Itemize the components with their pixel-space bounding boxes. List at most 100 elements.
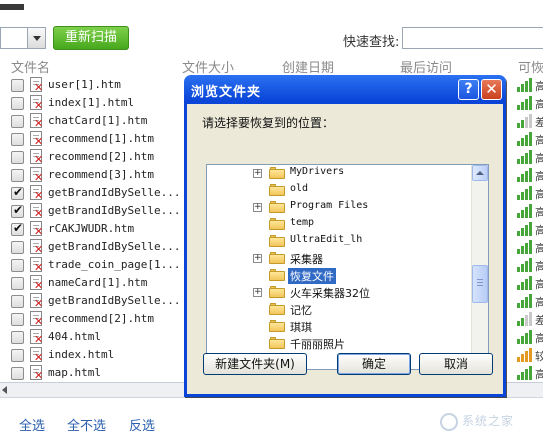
file-name: recommend[3].htm: [48, 168, 154, 181]
close-button[interactable]: ✕: [481, 79, 502, 100]
row-checkbox[interactable]: [11, 133, 24, 146]
row-checkbox[interactable]: [11, 169, 24, 182]
new-folder-label: 新建文件夹: [215, 357, 276, 371]
combo-dropdown-button[interactable]: [27, 28, 45, 48]
row-checkbox[interactable]: [11, 97, 24, 110]
recoverability-bars-icon: [517, 276, 533, 290]
select-none-link[interactable]: 全不选: [67, 415, 106, 434]
row-checkbox[interactable]: [11, 79, 24, 92]
tree-node-label: 采集器: [290, 253, 323, 266]
file-name: getBrandIdBySelle...: [48, 240, 181, 253]
browse-folder-dialog: 浏览文件夹 ? ✕ 请选择要恢复到的位置： + MyDrivers old + Prog…: [184, 75, 506, 397]
file-name: recommend[2].htm: [48, 312, 154, 325]
deleted-file-icon: [30, 275, 43, 292]
deleted-file-icon: [30, 185, 43, 202]
file-name: map.html: [48, 366, 101, 379]
expand-plus-icon[interactable]: +: [253, 169, 262, 178]
row-checkbox[interactable]: [11, 277, 24, 290]
row-checkbox[interactable]: [11, 259, 24, 272]
help-button[interactable]: ?: [458, 79, 479, 100]
deleted-file-icon: [30, 131, 43, 148]
expand-plus-icon[interactable]: +: [253, 203, 262, 212]
invert-selection-link[interactable]: 反选: [129, 415, 155, 434]
row-checkbox[interactable]: [11, 349, 24, 362]
column-header: 文件名 文件大小 创建日期 最后访问 可恢: [0, 56, 543, 76]
file-name: nameCard[1].htm: [48, 276, 148, 289]
tree-node-label: UltraEdit_lh: [290, 234, 363, 245]
file-name: user[1].htm: [48, 78, 121, 91]
row-checkbox[interactable]: [11, 241, 24, 254]
row-checkbox[interactable]: [11, 185, 24, 200]
file-name: recommend[1].htm: [48, 132, 154, 145]
drive-combo[interactable]: [0, 27, 46, 49]
recoverability-bars-icon: [517, 222, 533, 236]
recoverability-bars-icon: [517, 330, 533, 344]
deleted-file-icon: [30, 167, 43, 184]
deleted-file-icon: [30, 203, 43, 220]
row-checkbox[interactable]: [11, 115, 24, 128]
recoverability-text: 高: [535, 206, 543, 219]
folder-icon: [269, 201, 285, 213]
folder-icon: [269, 337, 285, 349]
row-checkbox[interactable]: [11, 151, 24, 164]
folder-icon: [269, 184, 285, 196]
new-folder-hotkey: (M): [275, 357, 295, 371]
row-checkbox[interactable]: [11, 313, 24, 326]
rescan-button[interactable]: 重新扫描: [53, 26, 129, 50]
col-accessed[interactable]: 最后访问: [400, 57, 452, 76]
folder-icon: [269, 218, 285, 230]
recoverability-bars-icon: [517, 78, 533, 92]
scroll-left-icon[interactable]: [2, 386, 7, 394]
tree-vertical-scrollbar[interactable]: [471, 165, 488, 369]
col-size[interactable]: 文件大小: [182, 57, 234, 76]
folder-icon: [269, 167, 285, 179]
row-checkbox[interactable]: [11, 203, 24, 218]
file-name: getBrandIdBySelle...: [48, 186, 181, 199]
recoverability-bars-icon: [517, 366, 533, 380]
col-filename[interactable]: 文件名: [11, 57, 50, 76]
deleted-file-icon: [30, 365, 43, 382]
recoverability-text: 高: [535, 188, 543, 201]
recoverability-text: 高: [535, 152, 543, 165]
ok-button[interactable]: 确定: [337, 353, 411, 375]
recoverability-text: 高: [535, 224, 543, 237]
dialog-title: 浏览文件夹: [191, 85, 262, 100]
deleted-file-icon: [30, 347, 43, 364]
col-recoverable[interactable]: 可恢: [518, 57, 543, 76]
row-checkbox[interactable]: [11, 331, 24, 344]
new-folder-button[interactable]: 新建文件夹(M): [203, 353, 307, 375]
deleted-file-icon: [30, 293, 43, 310]
folder-tree[interactable]: + MyDrivers old + Program Files temp UltraEdit…: [206, 164, 489, 370]
select-all-link[interactable]: 全选: [19, 415, 45, 434]
watermark: 系统之家: [440, 412, 514, 431]
scroll-thumb[interactable]: [472, 265, 488, 303]
chevron-up-icon: [476, 171, 484, 175]
tree-node-label: old: [290, 183, 309, 194]
recoverability-text: 高: [535, 278, 543, 291]
cancel-button[interactable]: 取消: [419, 353, 493, 375]
recoverability-text: 高: [535, 260, 543, 273]
quick-search-input[interactable]: [402, 27, 543, 49]
watermark-logo-icon: [440, 412, 458, 431]
expand-plus-icon[interactable]: +: [253, 254, 262, 263]
tree-node-label: 火车采集器32位: [290, 287, 370, 300]
recoverability-bars-icon: [517, 114, 533, 128]
col-created[interactable]: 创建日期: [282, 57, 334, 76]
deleted-file-icon: [30, 257, 43, 274]
row-checkbox[interactable]: [11, 295, 24, 308]
tree-node-label: 恢复文件: [288, 268, 336, 284]
folder-icon: [269, 320, 285, 332]
row-checkbox[interactable]: [11, 367, 24, 380]
tree-node-label: Program Files: [290, 200, 369, 211]
tree-node-label: MyDrivers: [290, 166, 345, 177]
recoverability-text: 高: [535, 296, 543, 309]
chevron-down-icon: [33, 36, 41, 41]
scroll-up-button[interactable]: [472, 165, 488, 181]
recoverability-bars-icon: [517, 312, 533, 326]
deleted-file-icon: [30, 95, 43, 112]
recoverability-bars-icon: [517, 204, 533, 218]
row-checkbox[interactable]: [11, 221, 24, 236]
recoverability-bars-icon: [517, 240, 533, 254]
expand-plus-icon[interactable]: +: [253, 288, 262, 297]
folder-icon: [269, 286, 285, 298]
